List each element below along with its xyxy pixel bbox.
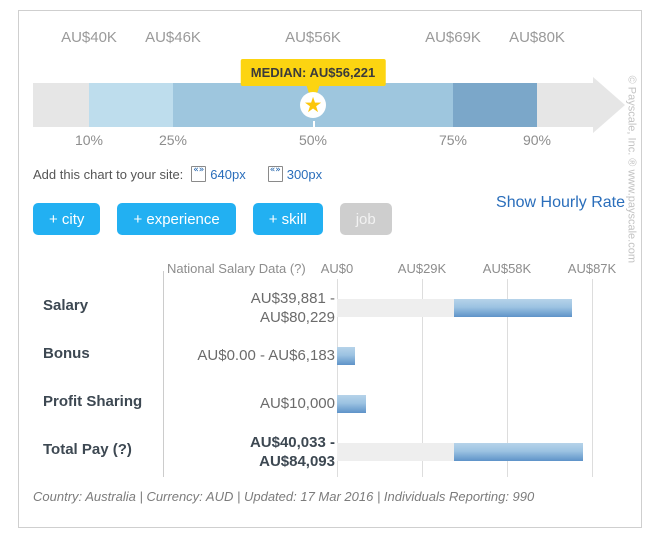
percentile-bar-arrow bbox=[593, 77, 625, 133]
median-bubble: MEDIAN: AU$56,221 bbox=[240, 59, 386, 86]
filter-button-job: job bbox=[339, 203, 392, 235]
salary-table: National Salary Data (?) AU$0 AU$29K AU$58… bbox=[33, 259, 629, 477]
axis-tick-label: AU$0 bbox=[320, 261, 354, 276]
axis-tick-label: AU$87K bbox=[567, 261, 617, 276]
percentile-chart: AU$40K AU$46K AU$56K AU$69K AU$80K MEDIAN: A… bbox=[19, 11, 643, 156]
row-value: AU$0.00 - AU$6,183 bbox=[197, 347, 335, 364]
percentile-tick-label: 50% bbox=[298, 132, 328, 148]
filter-button-skill[interactable]: + skill bbox=[252, 203, 323, 235]
percentile-value-label: AU$40K bbox=[61, 29, 117, 46]
axis-tick-label: AU$29K bbox=[397, 261, 447, 276]
percentile-tick-label: 25% bbox=[158, 132, 188, 148]
row-value: AU$40,033 - AU$84,093 bbox=[249, 434, 335, 470]
row-label: Profit Sharing bbox=[43, 393, 143, 410]
salary-table-header: National Salary Data (?) AU$0 AU$29K AU$58… bbox=[33, 259, 629, 281]
bar-base bbox=[337, 443, 455, 461]
row-label: Bonus bbox=[43, 345, 90, 362]
row-value: AU$39,881 - AU$80,229 bbox=[250, 290, 335, 326]
percentile-value-label: AU$46K bbox=[145, 29, 201, 46]
embed-code-icon-640[interactable] bbox=[191, 165, 207, 182]
row-label[interactable]: Total Pay (?) bbox=[43, 441, 132, 458]
percentile-value-label: AU$80K bbox=[509, 29, 565, 46]
bar-fill bbox=[454, 443, 584, 461]
filter-button-city[interactable]: + city bbox=[33, 203, 101, 235]
percentile-value-label: AU$69K bbox=[425, 29, 481, 46]
percentile-value-label: AU$56K bbox=[285, 29, 341, 46]
embed-label: Add this chart to your site: bbox=[33, 166, 184, 182]
percentile-segment-75-90 bbox=[453, 83, 537, 127]
bar-fill bbox=[337, 347, 356, 365]
embed-row: Add this chart to your site: 640px 300px bbox=[33, 165, 336, 182]
salary-table-row: Bonus AU$0.00 - AU$6,183 bbox=[33, 333, 629, 379]
footer-meta: Country: Australia | Currency: AUD | Upd… bbox=[33, 489, 535, 504]
percentile-tick-label: 90% bbox=[522, 132, 552, 148]
national-salary-data-label[interactable]: National Salary Data (?) bbox=[167, 261, 306, 276]
embed-link-300[interactable]: 300px bbox=[287, 167, 322, 182]
show-hourly-rate-link[interactable]: Show Hourly Rate bbox=[496, 194, 625, 212]
copyright-watermark: © Payscale, Inc. ® www.payscale.com bbox=[625, 75, 637, 263]
bar-fill bbox=[337, 395, 367, 413]
row-label: Salary bbox=[43, 297, 89, 314]
bar-base bbox=[337, 299, 454, 317]
salary-chart-card: AU$40K AU$46K AU$56K AU$69K AU$80K MEDIAN: A… bbox=[18, 10, 642, 528]
median-star-marker[interactable]: ★ bbox=[300, 92, 326, 118]
salary-table-row: Salary AU$39,881 - AU$80,229 bbox=[33, 285, 629, 331]
salary-table-row: Profit Sharing AU$10,000 bbox=[33, 381, 629, 427]
percentile-segment-10-25 bbox=[89, 83, 173, 127]
star-icon: ★ bbox=[303, 93, 323, 117]
axis-tick-label: AU$58K bbox=[482, 261, 532, 276]
salary-table-row: Total Pay (?) AU$40,033 - AU$84,093 bbox=[33, 429, 629, 475]
percentile-value-labels: AU$40K AU$46K AU$56K AU$69K AU$80K bbox=[19, 29, 643, 51]
embed-code-icon-300[interactable] bbox=[267, 165, 283, 182]
embed-link-640[interactable]: 640px bbox=[210, 167, 245, 182]
percentile-tick-label: 75% bbox=[438, 132, 468, 148]
filter-button-row: + city + experience + skill job bbox=[33, 203, 409, 235]
row-value: AU$10,000 bbox=[259, 395, 335, 412]
percentile-tick-label: 10% bbox=[74, 132, 104, 148]
bar-fill bbox=[453, 299, 573, 317]
filter-button-experience[interactable]: + experience bbox=[117, 203, 236, 235]
percentile-tick-labels: 10% 25% 50% 75% 90% bbox=[19, 132, 643, 152]
